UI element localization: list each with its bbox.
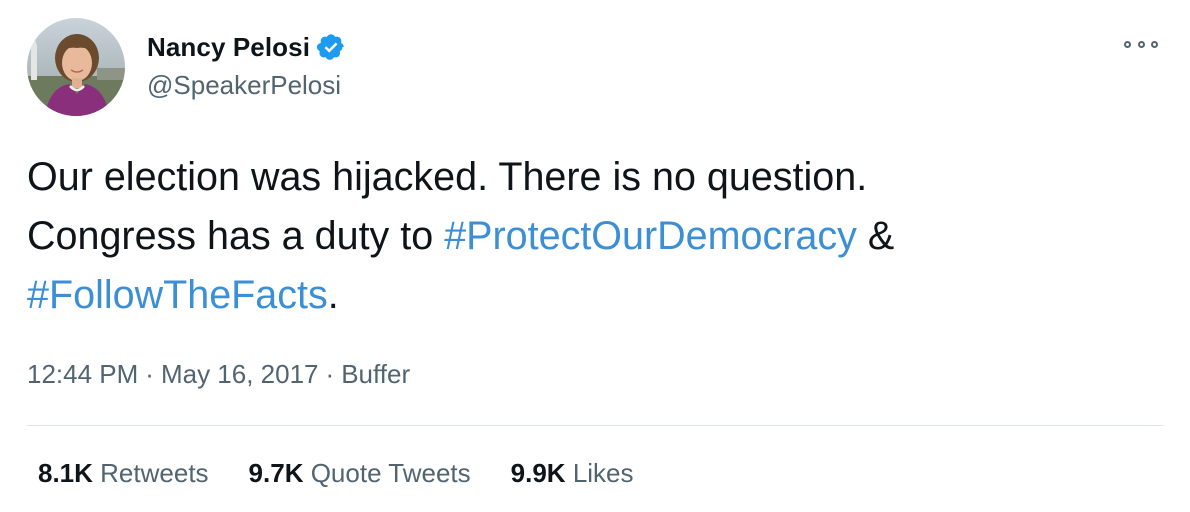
avatar[interactable] [27, 18, 125, 116]
retweets-stat[interactable]: 8.1K Retweets [38, 458, 209, 489]
tweet-text: Our election was hijacked. There is no q… [27, 148, 1147, 325]
hashtag-link[interactable]: #ProtectOurDemocracy [444, 214, 857, 258]
tweet-card: Nancy Pelosi @SpeakerPelosi Our election… [0, 0, 1190, 512]
quote-tweets-stat[interactable]: 9.7K Quote Tweets [249, 458, 471, 489]
likes-stat[interactable]: 9.9K Likes [511, 458, 634, 489]
author-name-row: Nancy Pelosi [147, 30, 346, 64]
likes-label: Likes [572, 458, 634, 488]
author-display-name[interactable]: Nancy Pelosi [147, 32, 310, 63]
tweet-line-2-suffix: & [856, 214, 895, 258]
profile-photo [27, 18, 125, 116]
tweet-source: Buffer [341, 359, 411, 389]
meta-separator: · [325, 359, 335, 389]
meta-separator: · [145, 359, 154, 389]
tweet-line-3-suffix: . [327, 273, 339, 317]
tweet-date[interactable]: May 16, 2017 [161, 359, 319, 389]
tweet-time[interactable]: 12:44 PM [27, 359, 138, 389]
more-dot [1124, 40, 1131, 48]
tweet-line-3: #FollowTheFacts. [27, 266, 1147, 325]
tweet-metadata: 12:44 PM · May 16, 2017 · Buffer [27, 359, 410, 390]
tweet-line-1: Our election was hijacked. There is no q… [27, 155, 868, 199]
verified-badge-icon [316, 32, 346, 62]
quotes-count: 9.7K [248, 458, 304, 488]
divider [27, 425, 1163, 426]
retweets-label: Retweets [100, 458, 209, 488]
retweets-count: 8.1K [38, 458, 93, 488]
hashtag-link[interactable]: #FollowTheFacts [27, 273, 328, 317]
likes-count: 9.9K [510, 458, 566, 488]
engagement-stats: 8.1K Retweets 9.7K Quote Tweets 9.9K Lik… [38, 458, 674, 489]
author-handle[interactable]: @SpeakerPelosi [147, 70, 341, 101]
tweet-line-2-prefix: Congress has a duty to [27, 214, 445, 258]
more-dot [1151, 40, 1158, 48]
tweet-line-2: Congress has a duty to #ProtectOurDemocr… [27, 207, 1147, 266]
more-options-icon[interactable] [1124, 36, 1158, 52]
quotes-label: Quote Tweets [310, 458, 471, 488]
more-dot [1137, 40, 1145, 48]
